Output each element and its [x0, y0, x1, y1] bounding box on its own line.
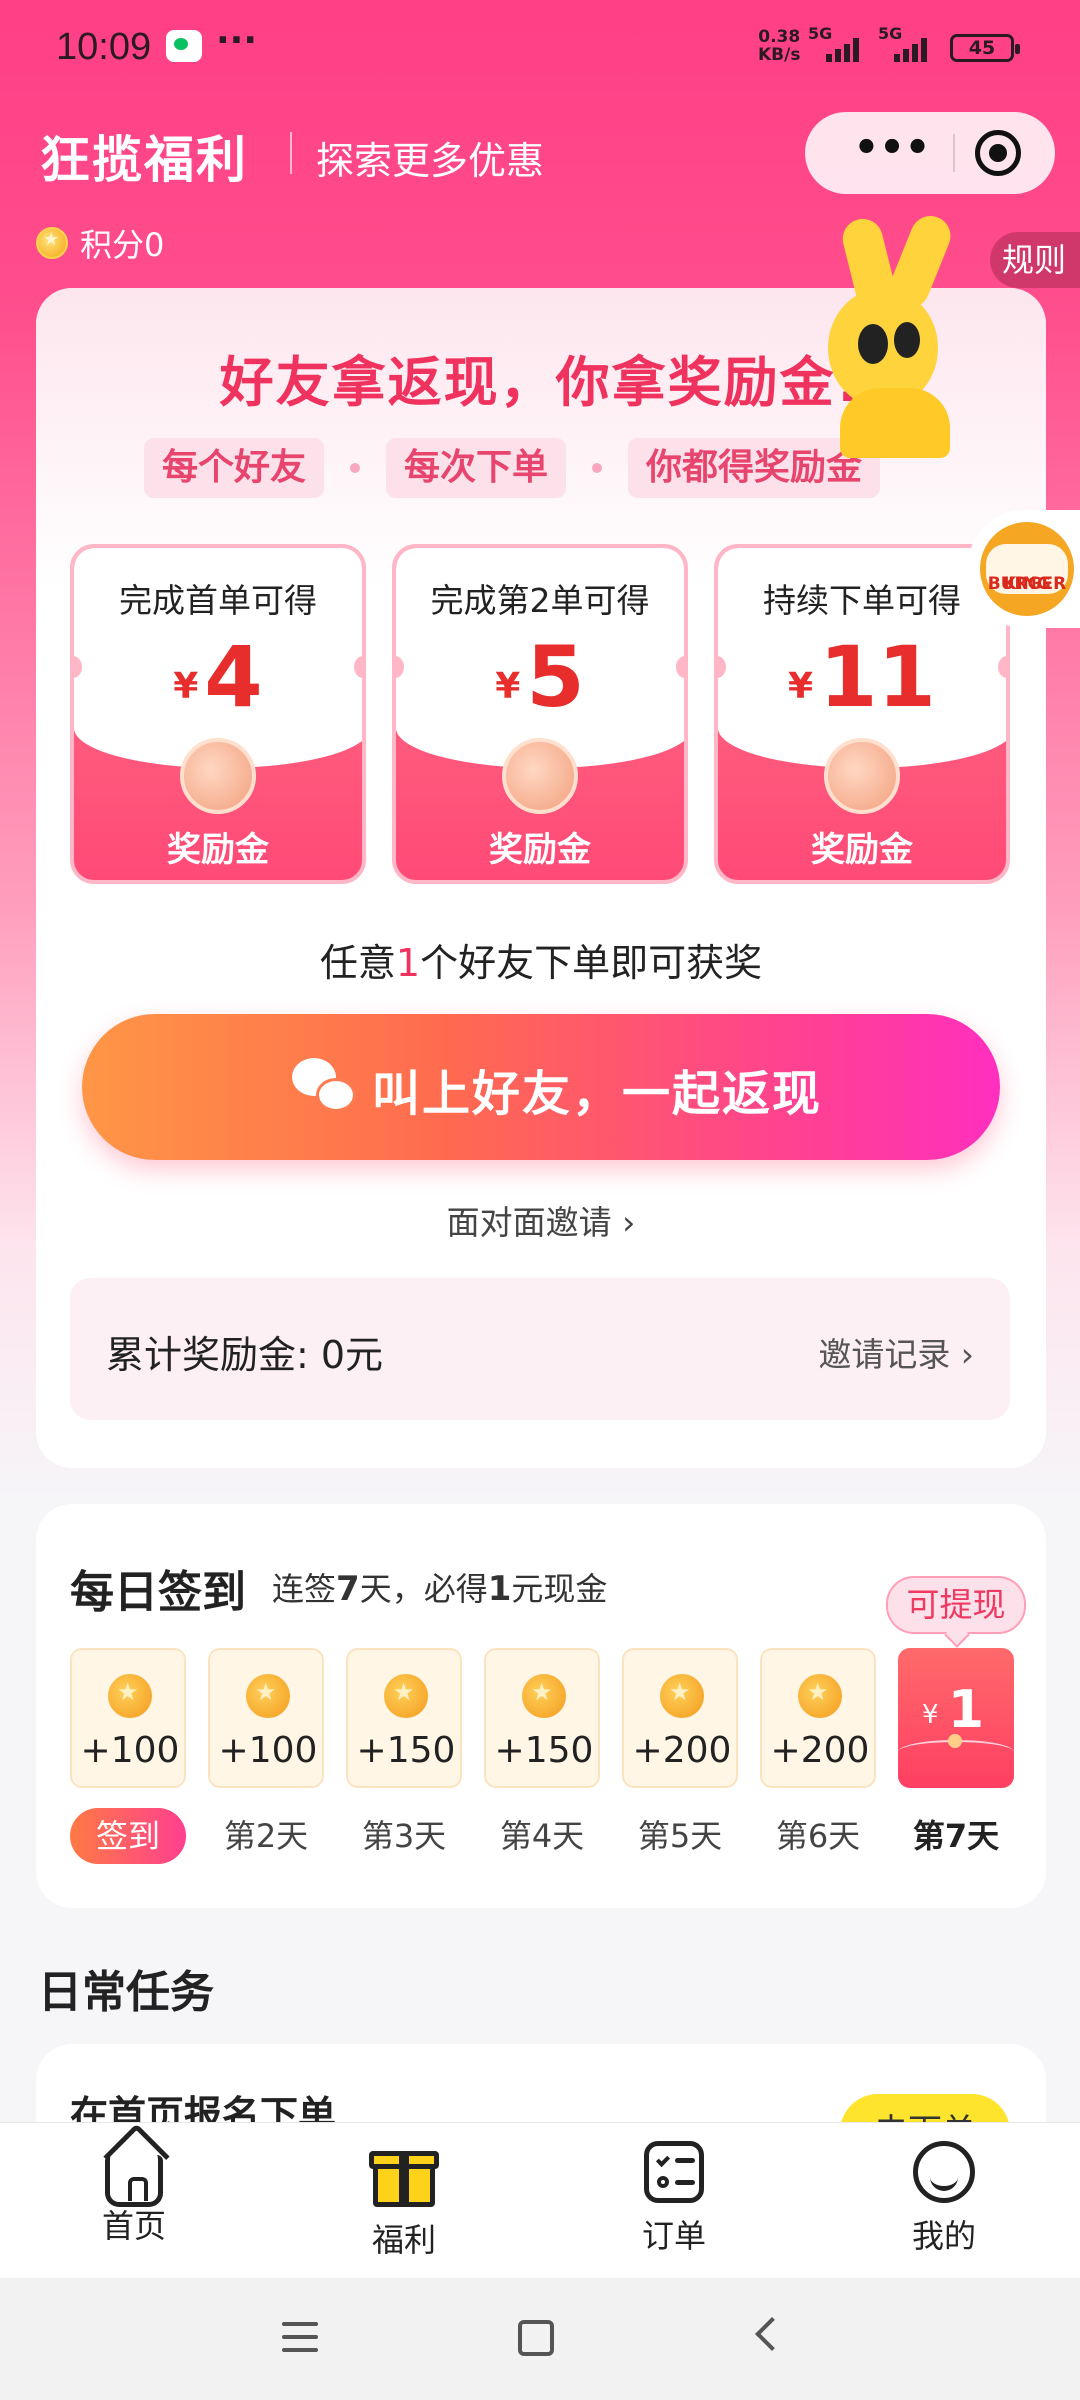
reward-label: 奖励金 — [811, 830, 913, 870]
reward-amount: ¥11 — [788, 628, 936, 726]
reward-tiers: 完成首单可得 ¥4 奖励金 完成第2单可得 ¥5 奖励金 持续下单可得 ¥11 … — [70, 544, 1014, 884]
checkin-days: +100 签到 +100 第2天 +150 第3天 +150 第4天 +200 … — [70, 1648, 1016, 1888]
reward-condition: 完成首单可得 — [119, 581, 317, 620]
capsule-divider — [953, 134, 955, 172]
any-friend-hint: 任意1个好友下单即可获奖 — [319, 941, 763, 985]
reward-label: 奖励金 — [489, 830, 591, 870]
signal-icon-2: 5G — [876, 24, 936, 62]
home-icon — [105, 2155, 163, 2207]
page-title: 狂揽福利 — [40, 131, 248, 189]
points-label: 积分0 — [80, 226, 165, 264]
tab-orders[interactable]: 订单 — [594, 2141, 754, 2257]
checkin-title: 每日签到 — [70, 1567, 246, 1618]
checkin-button[interactable]: 签到 — [70, 1808, 186, 1864]
checkin-day-5: +200 第5天 — [622, 1648, 738, 1864]
invite-records-link[interactable]: 邀请记录 › — [818, 1328, 974, 1376]
wechat-notification-icon — [166, 30, 202, 62]
withdraw-tip-badge: 可提现 — [886, 1576, 1026, 1634]
checkin-day-4: +150 第4天 — [484, 1648, 600, 1864]
more-menu-button[interactable]: ••• — [837, 120, 947, 186]
status-time: 10:09 — [56, 26, 152, 68]
coin-icon — [246, 1674, 290, 1718]
battery-indicator: 45 — [950, 34, 1020, 62]
reward-amount: ¥4 — [173, 628, 263, 726]
reward-coin-icon — [824, 738, 900, 814]
coin-icon — [384, 1674, 428, 1718]
points-display[interactable]: 积分0 — [36, 220, 164, 266]
pill-each-friend: 每个好友 — [144, 438, 325, 498]
reward-amount: ¥5 — [495, 628, 585, 726]
reward-tier-3: 持续下单可得 ¥11 奖励金 — [714, 544, 1010, 884]
page-subtitle: 探索更多优惠 — [316, 139, 545, 183]
order-icon — [644, 2141, 704, 2203]
reward-coin-icon — [502, 738, 578, 814]
burger-king-logo-icon: BURGER KING — [980, 522, 1074, 616]
rules-button[interactable]: 规则 — [990, 232, 1080, 288]
back-icon[interactable] — [755, 2317, 789, 2351]
coin-icon — [522, 1674, 566, 1718]
checkin-day-2: +100 第2天 — [208, 1648, 324, 1864]
recent-apps-icon[interactable] — [282, 2322, 318, 2352]
more-notifications-icon: ··· — [216, 20, 258, 61]
floating-brand-badge[interactable]: BURGER KING — [968, 510, 1080, 628]
total-reward-label: 累计奖励金: 0元 — [106, 1333, 384, 1377]
coin-icon — [36, 227, 68, 259]
gift-icon — [369, 2141, 439, 2207]
reward-tier-1: 完成首单可得 ¥4 奖励金 — [70, 544, 366, 884]
checkin-subtitle: 连签7天，必得1元现金 — [272, 1569, 608, 1609]
tab-welfare[interactable]: 福利 — [324, 2141, 484, 2261]
invite-button-label: 叫上好友，一起返现 — [372, 1066, 823, 1122]
coin-icon — [108, 1674, 152, 1718]
miniprogram-capsule: ••• — [805, 112, 1055, 194]
bottom-tab-bar: 首页 福利 订单 我的 — [0, 2122, 1080, 2278]
mascot-illustration — [820, 210, 960, 458]
tab-profile[interactable]: 我的 — [864, 2141, 1024, 2257]
checkin-day-3: +150 第3天 — [346, 1648, 462, 1864]
signal-icon: 5G — [808, 24, 868, 62]
coin-icon — [660, 1674, 704, 1718]
wechat-icon — [292, 1058, 356, 1116]
total-reward-panel: 累计奖励金: 0元 邀请记录 › — [70, 1278, 1010, 1420]
home-square-icon[interactable] — [518, 2320, 554, 2356]
status-bar: 10:09 ··· 0.38 KB/s 5G 5G 45 — [0, 0, 1080, 100]
coin-icon — [798, 1674, 842, 1718]
reward-condition: 持续下单可得 — [763, 581, 961, 620]
checkin-day-6: +200 第6天 — [760, 1648, 876, 1864]
cash-reward-box: ¥ 1 — [898, 1648, 1014, 1788]
daily-tasks-title: 日常任务 — [38, 1967, 214, 2018]
reward-coin-icon — [180, 738, 256, 814]
system-navigation-bar — [0, 2278, 1080, 2400]
reward-tier-2: 完成第2单可得 ¥5 奖励金 — [392, 544, 688, 884]
profile-icon — [913, 2141, 975, 2203]
pill-each-order: 每次下单 — [386, 438, 567, 498]
invite-friends-button[interactable]: 叫上好友，一起返现 — [82, 1014, 1000, 1160]
network-speed: 0.38 KB/s — [758, 27, 801, 65]
face-to-face-invite-link[interactable]: 面对面邀请 › — [36, 1196, 1046, 1244]
checkin-day-1[interactable]: +100 签到 — [70, 1648, 186, 1864]
reward-condition: 完成第2单可得 — [430, 581, 650, 620]
tab-home[interactable]: 首页 — [54, 2141, 214, 2247]
close-miniprogram-button[interactable] — [975, 130, 1021, 176]
daily-checkin-card: 每日签到 连签7天，必得1元现金 可提现 +100 签到 +100 第2天 +1… — [36, 1504, 1046, 1908]
invite-pills: 每个好友 每次下单 你都得奖励金 — [144, 438, 881, 498]
checkin-day-7: ¥ 1 第7天 — [898, 1648, 1014, 1864]
reward-label: 奖励金 — [167, 830, 269, 870]
title-divider — [290, 132, 292, 174]
